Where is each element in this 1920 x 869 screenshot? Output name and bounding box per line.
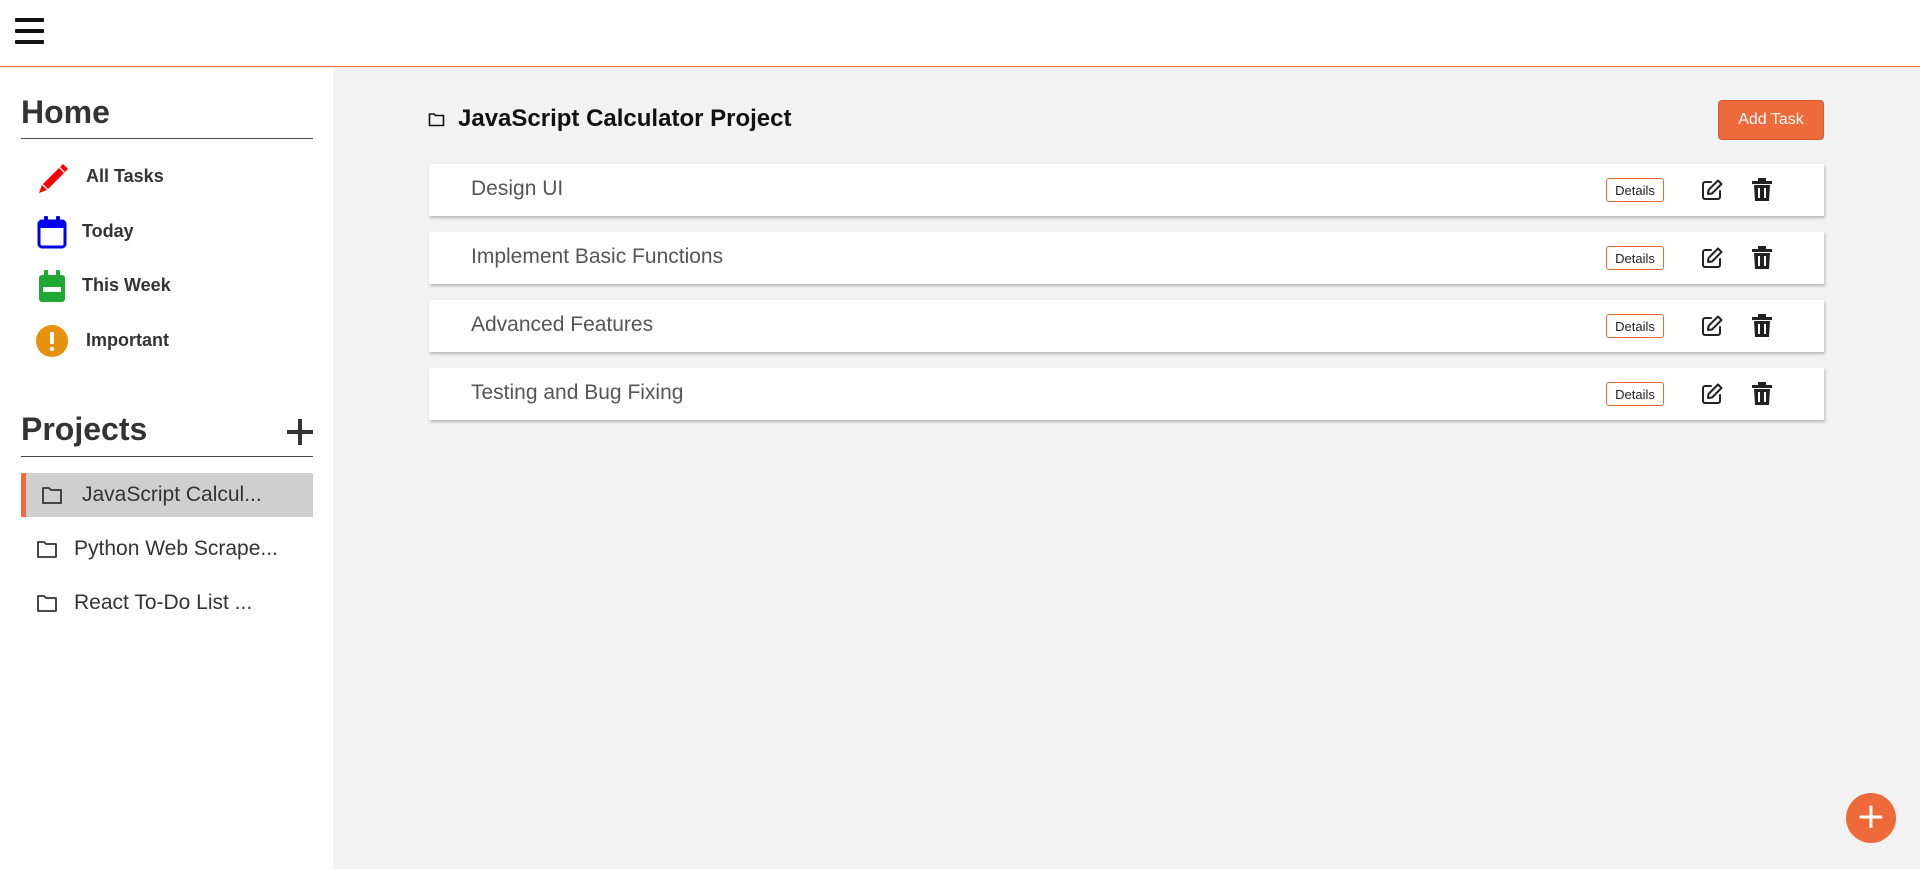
trash-icon[interactable] xyxy=(1751,246,1773,270)
details-button[interactable]: Details xyxy=(1606,382,1664,406)
details-button[interactable]: Details xyxy=(1606,314,1664,338)
project-item[interactable]: JavaScript Calcul... xyxy=(21,473,313,517)
add-project-plus-icon[interactable] xyxy=(287,419,313,445)
task-row: Testing and Bug Fixing Details xyxy=(429,368,1824,420)
project-item-label: JavaScript Calcul... xyxy=(82,483,262,506)
add-floating-button[interactable]: + xyxy=(1846,793,1896,843)
calendar-icon xyxy=(37,216,67,249)
home-section-header: Home xyxy=(21,92,313,139)
edit-icon[interactable] xyxy=(1700,246,1724,270)
edit-icon[interactable] xyxy=(1700,178,1724,202)
project-item[interactable]: React To-Do List ... xyxy=(21,581,313,625)
task-row: Design UI Details xyxy=(429,164,1824,216)
task-name: Implement Basic Functions xyxy=(471,245,724,268)
nav-important[interactable]: Important xyxy=(21,318,313,362)
project-item[interactable]: Python Web Scrape... xyxy=(21,527,313,571)
task-name: Testing and Bug Fixing xyxy=(471,381,684,404)
details-button[interactable]: Details xyxy=(1606,178,1664,202)
projects-title: Projects xyxy=(21,411,148,447)
project-item-label: Python Web Scrape... xyxy=(74,537,278,560)
exclamation-icon xyxy=(36,325,68,357)
task-row: Implement Basic Functions Details xyxy=(429,232,1824,284)
folder-icon xyxy=(42,487,62,504)
folder-icon xyxy=(37,541,57,558)
project-item-label: React To-Do List ... xyxy=(74,591,253,614)
nav-today[interactable]: Today xyxy=(21,209,313,253)
page-title: JavaScript Calculator Project xyxy=(458,105,792,132)
edit-icon[interactable] xyxy=(1700,382,1724,406)
calendar-week-icon xyxy=(39,270,65,302)
edit-icon[interactable] xyxy=(1700,314,1724,338)
task-row: Advanced Features Details xyxy=(429,300,1824,352)
task-name: Design UI xyxy=(471,177,564,200)
pencil-icon xyxy=(39,164,68,193)
task-name: Advanced Features xyxy=(471,313,654,336)
nav-this-week-label: This Week xyxy=(82,275,171,295)
trash-icon[interactable] xyxy=(1751,382,1773,406)
folder-icon xyxy=(37,595,57,612)
projects-section-header: Projects xyxy=(21,409,313,457)
nav-today-label: Today xyxy=(82,221,134,241)
add-task-button[interactable]: Add Task xyxy=(1718,100,1824,140)
folder-icon xyxy=(428,113,445,127)
trash-icon[interactable] xyxy=(1751,314,1773,338)
nav-all-tasks[interactable]: All Tasks xyxy=(21,154,313,198)
details-button[interactable]: Details xyxy=(1606,246,1664,270)
nav-this-week[interactable]: This Week xyxy=(21,263,313,307)
home-title: Home xyxy=(21,94,110,130)
sidebar: Home All Tasks Today This Week Important… xyxy=(0,68,333,869)
trash-icon[interactable] xyxy=(1751,178,1773,202)
hamburger-menu-icon[interactable] xyxy=(15,18,45,44)
nav-important-label: Important xyxy=(86,330,169,350)
nav-all-tasks-label: All Tasks xyxy=(86,166,164,186)
top-bar xyxy=(0,0,1920,67)
